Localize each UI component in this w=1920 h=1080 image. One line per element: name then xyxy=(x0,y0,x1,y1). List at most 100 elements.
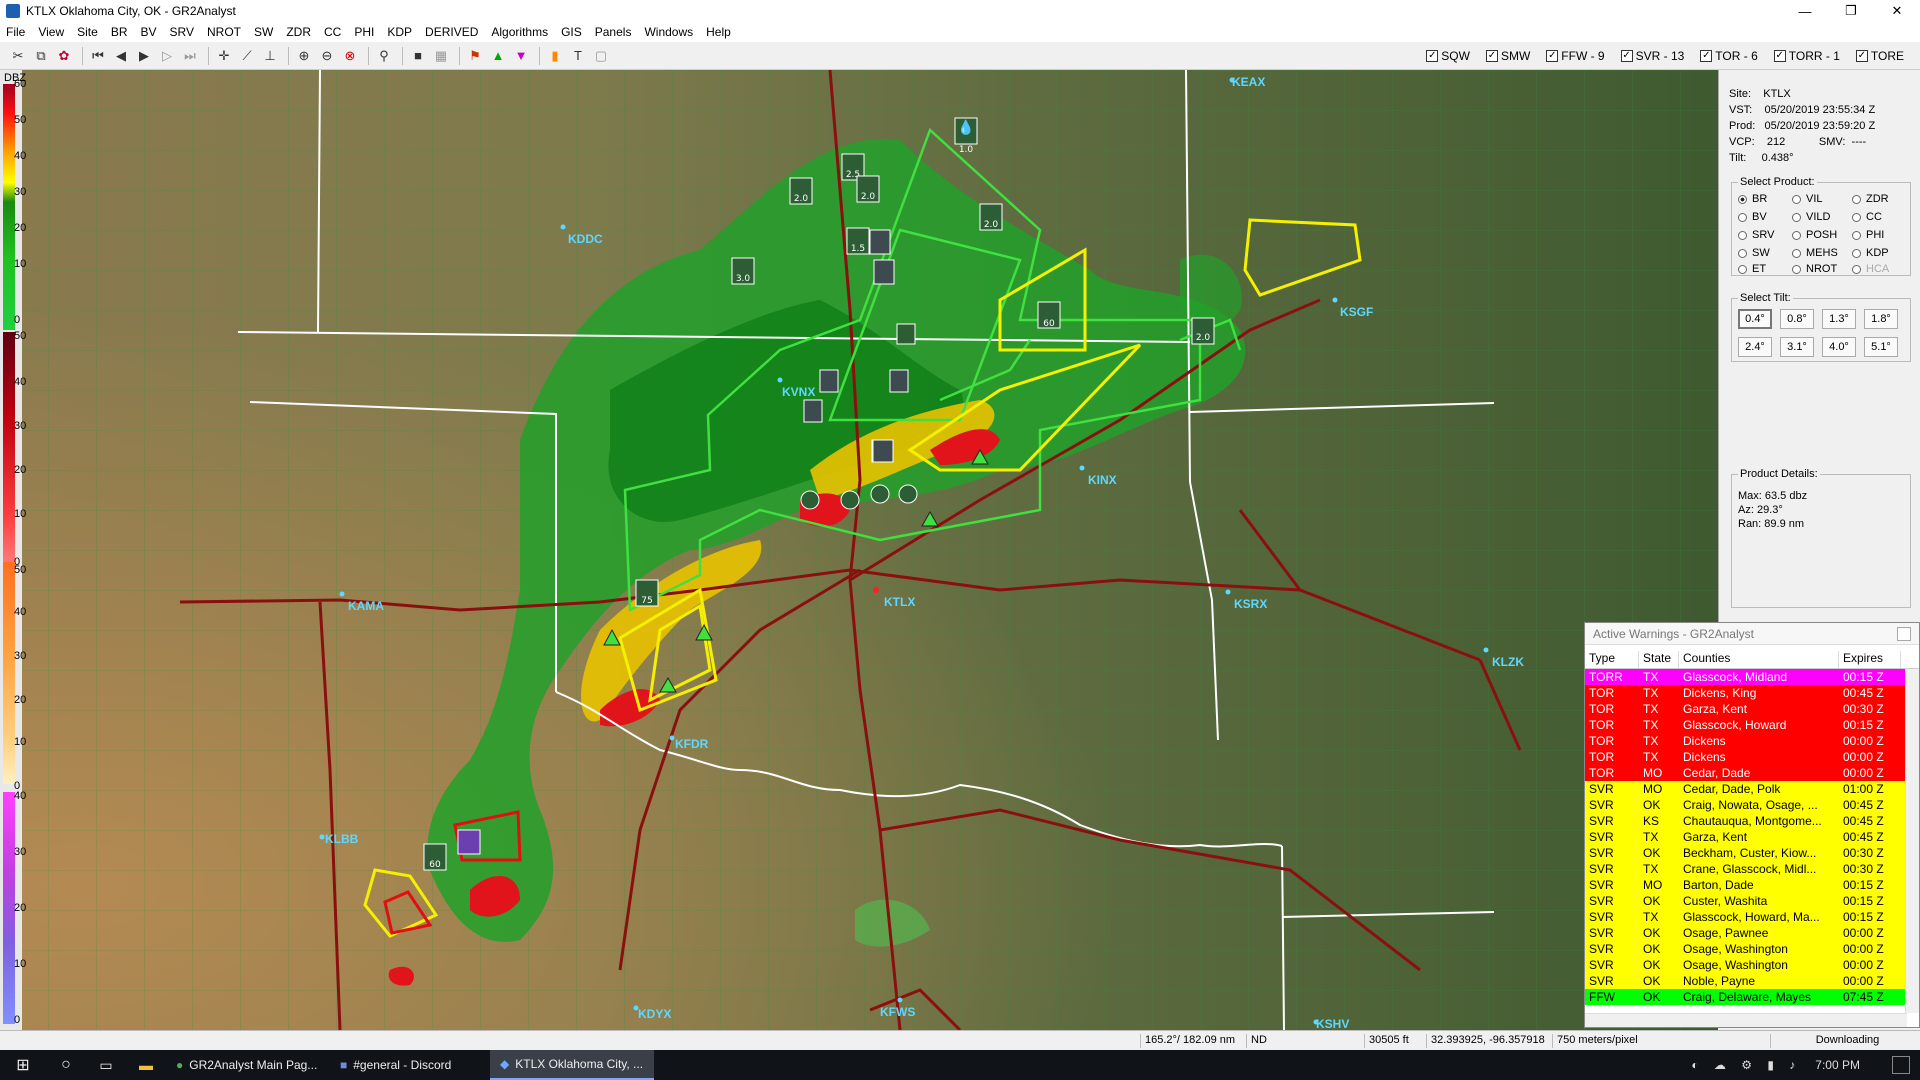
warning-row[interactable]: SVR OK Craig, Nowata, Osage, ... 00:45 Z xyxy=(1585,797,1919,813)
close-button[interactable]: ✕ xyxy=(1874,0,1920,22)
warning-row[interactable]: SVR MO Cedar, Dade, Polk 01:00 Z xyxy=(1585,781,1919,797)
maximize-button[interactable]: ❐ xyxy=(1828,0,1874,22)
warning-row[interactable]: SVR TX Crane, Glasscock, Midl... 00:30 Z xyxy=(1585,861,1919,877)
warning-row[interactable]: TOR TX Dickens, King 00:45 Z xyxy=(1585,685,1919,701)
tray-icons[interactable]: ◐ ☁ ⚙ ▮ ♪ xyxy=(1691,1058,1801,1072)
play-icon[interactable]: ▶ xyxy=(134,46,154,66)
site-klzk[interactable]: KLZK xyxy=(1492,655,1524,669)
menu-nrot[interactable]: NROT xyxy=(207,25,241,39)
tilt-2-4[interactable]: 2.4° xyxy=(1738,337,1772,357)
menu-windows[interactable]: Windows xyxy=(644,25,693,39)
map-canvas[interactable]: 💧 1.0 2.0 2.5 2.0 2.0 3.0 1.5 2.0 60 75 xyxy=(0,70,1718,1030)
skip-start-icon[interactable]: ⏮ xyxy=(88,46,108,66)
menu-view[interactable]: View xyxy=(38,25,64,39)
menu-derived[interactable]: DERIVED xyxy=(425,25,478,39)
menu-srv[interactable]: SRV xyxy=(170,25,194,39)
site-keax[interactable]: KEAX xyxy=(1232,75,1265,89)
warning-row[interactable]: SVR OK Noble, Payne 00:00 Z xyxy=(1585,973,1919,989)
taskbar-gr2analyst[interactable]: ◆ KTLX Oklahoma City, ... xyxy=(490,1050,654,1080)
taskbar-discord[interactable]: ■ #general - Discord xyxy=(330,1050,490,1080)
menu-algorithms[interactable]: Algorithms xyxy=(491,25,548,39)
warning-row[interactable]: SVR KS Chautauqua, Montgome... 00:45 Z xyxy=(1585,813,1919,829)
col-type[interactable]: Type xyxy=(1585,651,1639,668)
product-kdp[interactable]: KDP xyxy=(1852,247,1889,259)
filter-sqw[interactable]: ✓ SQW xyxy=(1426,49,1470,63)
checkbox-icon[interactable]: ✓ xyxy=(1773,50,1786,62)
tilt-5-1[interactable]: 5.1° xyxy=(1864,337,1898,357)
site-kfdr[interactable]: KFDR xyxy=(675,737,709,751)
checkbox-icon[interactable]: ✓ xyxy=(1620,50,1633,62)
tilt-4-0[interactable]: 4.0° xyxy=(1822,337,1856,357)
warning-row[interactable]: TOR TX Dickens 00:00 Z xyxy=(1585,749,1919,765)
product-vild[interactable]: VILD xyxy=(1792,211,1830,223)
filter-tor[interactable]: ✓ TOR - 6 xyxy=(1700,49,1758,63)
pin-icon[interactable]: ⊥ xyxy=(260,46,280,66)
site-kama[interactable]: KAMA xyxy=(348,599,384,613)
menu-help[interactable]: Help xyxy=(706,25,731,39)
site-kvnx[interactable]: KVNX xyxy=(782,385,815,399)
warning-row[interactable]: SVR TX Garza, Kent 00:45 Z xyxy=(1585,829,1919,845)
site-klbb[interactable]: KLBB xyxy=(325,832,359,846)
step-back-icon[interactable]: ◀ xyxy=(111,46,131,66)
menu-phi[interactable]: PHI xyxy=(354,25,374,39)
zoom-in-icon[interactable]: ⊕ xyxy=(294,46,314,66)
zoom-reset-icon[interactable]: ⊗ xyxy=(340,46,360,66)
menu-file[interactable]: File xyxy=(6,25,25,39)
warning-row[interactable]: TORR TX Glasscock, Midland 00:15 Z xyxy=(1585,669,1919,685)
menu-panels[interactable]: Panels xyxy=(595,25,632,39)
warning-row[interactable]: TOR MO Cedar, Dade 00:00 Z xyxy=(1585,765,1919,781)
square-icon[interactable]: ■ xyxy=(408,46,428,66)
product-srv[interactable]: SRV xyxy=(1738,229,1774,241)
crosshair-icon[interactable]: ✛ xyxy=(214,46,234,66)
menu-gis[interactable]: GIS xyxy=(561,25,582,39)
product-bv[interactable]: BV xyxy=(1738,211,1767,223)
text-icon[interactable]: T xyxy=(568,46,588,66)
product-mehs[interactable]: MEHS xyxy=(1792,247,1838,259)
filter-smw[interactable]: ✓ SMW xyxy=(1485,49,1530,63)
skip-end-icon[interactable]: ⏭ xyxy=(180,46,200,66)
flag-icon[interactable]: ⚑ xyxy=(465,46,485,66)
notifications-icon[interactable] xyxy=(1892,1056,1910,1074)
tilt-3-1[interactable]: 3.1° xyxy=(1780,337,1814,357)
product-sw[interactable]: SW xyxy=(1738,247,1770,259)
warning-row[interactable]: SVR MO Barton, Dade 00:15 Z xyxy=(1585,877,1919,893)
task-view-icon[interactable]: ▭ xyxy=(86,1050,126,1080)
product-vil[interactable]: VIL xyxy=(1792,193,1823,205)
ruler-icon[interactable]: ⟋ xyxy=(237,46,257,66)
menu-br[interactable]: BR xyxy=(111,25,128,39)
checkbox-icon[interactable]: ✓ xyxy=(1426,50,1439,62)
warning-row[interactable]: SVR OK Osage, Washington 00:00 Z xyxy=(1585,957,1919,973)
fill-icon[interactable]: ▮ xyxy=(545,46,565,66)
site-ktlx[interactable]: KTLX xyxy=(884,595,915,609)
warning-row[interactable]: SVR OK Beckham, Custer, Kiow... 00:30 Z xyxy=(1585,845,1919,861)
filter-ffw[interactable]: ✓ FFW - 9 xyxy=(1546,49,1605,63)
warnings-scrollbar[interactable] xyxy=(1905,669,1919,1013)
filter-torr[interactable]: ✓ TORR - 1 xyxy=(1773,49,1840,63)
site-ksrx[interactable]: KSRX xyxy=(1234,597,1267,611)
warning-row[interactable]: SVR OK Osage, Pawnee 00:00 Z xyxy=(1585,925,1919,941)
filter-svr[interactable]: ✓ SVR - 13 xyxy=(1620,49,1684,63)
menu-cc[interactable]: CC xyxy=(324,25,341,39)
zoom-out-icon[interactable]: ⊖ xyxy=(317,46,337,66)
product-et[interactable]: ET xyxy=(1738,263,1766,275)
checkbox-icon[interactable]: ✓ xyxy=(1485,50,1498,62)
product-phi[interactable]: PHI xyxy=(1852,229,1884,241)
warnings-hscrollbar[interactable] xyxy=(1585,1013,1907,1027)
copy-icon[interactable]: ⧉ xyxy=(31,46,51,66)
cut-icon[interactable]: ✂ xyxy=(8,46,28,66)
search-icon[interactable]: ○ xyxy=(46,1050,86,1080)
warning-row[interactable]: TOR TX Glasscock, Howard 00:15 Z xyxy=(1585,717,1919,733)
product-br[interactable]: BR xyxy=(1738,193,1767,205)
tilt-0-8[interactable]: 0.8° xyxy=(1780,309,1814,329)
tilt-0-4[interactable]: 0.4° xyxy=(1738,309,1772,329)
menu-kdp[interactable]: KDP xyxy=(387,25,412,39)
filter-tore[interactable]: ✓ TORE xyxy=(1855,49,1904,63)
minimize-button[interactable]: — xyxy=(1782,0,1828,22)
checkbox-icon[interactable]: ✓ xyxy=(1855,50,1868,62)
warning-row[interactable]: TOR TX Garza, Kent 00:30 Z xyxy=(1585,701,1919,717)
warning-row[interactable]: SVR OK Osage, Washington 00:00 Z xyxy=(1585,941,1919,957)
site-ksgf[interactable]: KSGF xyxy=(1340,305,1373,319)
col-state[interactable]: State xyxy=(1639,651,1679,668)
warning-row[interactable]: SVR OK Custer, Washita 00:15 Z xyxy=(1585,893,1919,909)
triangle-down-icon[interactable]: ▼ xyxy=(511,46,531,66)
